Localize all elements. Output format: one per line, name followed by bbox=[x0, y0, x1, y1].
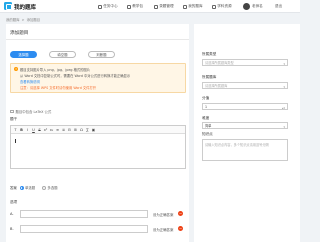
option-row-a: A. 设为正确答案 − bbox=[10, 210, 186, 218]
superscript-icon[interactable]: x² bbox=[43, 128, 48, 133]
edit-icon bbox=[154, 4, 158, 9]
question-properties-panel: 所属类型 请选择所属题库类型 ▾ 所属题库 请选择所属题库 ▾ 分值 1 ▴▾ … bbox=[194, 24, 300, 242]
text-caret bbox=[15, 139, 16, 143]
radio-button[interactable] bbox=[42, 185, 47, 190]
ordered-list-icon[interactable]: ⊟ bbox=[67, 128, 72, 133]
warning-icon: ! bbox=[14, 67, 18, 71]
chevron-down-icon: ▾ bbox=[283, 84, 285, 89]
formula-icon[interactable]: ∑ bbox=[85, 128, 90, 133]
stem-editor[interactable]: T B I U S x² x₂ ≡ ≣ ⊟ ⊞ Ω ∑ ▣ bbox=[10, 125, 186, 169]
latex-checkbox[interactable]: 题目中包含 LaTeX 公式 bbox=[10, 109, 51, 114]
nav-item-entry[interactable]: 录题管理 bbox=[154, 4, 174, 10]
task-icon bbox=[98, 4, 102, 9]
options-label: 选项 bbox=[10, 200, 18, 204]
difficulty-label: 难度 bbox=[202, 116, 210, 120]
answer-type-row: 答案 单选题 多选题 bbox=[10, 185, 58, 190]
tab-fill-blank[interactable]: 填空题 bbox=[49, 51, 76, 58]
category-select[interactable]: 请选择所属题库类型 ▾ bbox=[202, 59, 288, 66]
font-size-icon[interactable]: T bbox=[13, 128, 18, 133]
breadcrumb-current: 添加题目 bbox=[26, 18, 41, 22]
nav-item-my-library[interactable]: 我的题库 bbox=[183, 4, 203, 10]
question-editor-panel: 添加题目 选择题 填空题 判断题 ! 题目支持图片导入 png、jpg、jpeg… bbox=[6, 24, 189, 242]
notice-line-1: 题目支持图片导入 png、jpg、jpeg 格式的图片 bbox=[20, 68, 91, 72]
nav-item-subject-resources[interactable]: 学科资源 bbox=[212, 4, 232, 10]
italic-icon[interactable]: I bbox=[25, 128, 30, 133]
editor-toolbar: T B I U S x² x₂ ≡ ≣ ⊟ ⊞ Ω ∑ ▣ bbox=[11, 126, 185, 134]
book-icon bbox=[212, 4, 216, 9]
nav-item-package[interactable]: 教学包 bbox=[127, 4, 143, 10]
top-bar: 我的题库 任务中心 教学包 录题管理 我的题库 学科资源 老师名 退出 bbox=[0, 0, 300, 13]
image-icon[interactable]: ▣ bbox=[91, 128, 96, 133]
library-icon bbox=[183, 4, 187, 9]
special-char-icon[interactable]: Ω bbox=[79, 128, 84, 133]
delete-option-icon[interactable]: − bbox=[178, 211, 183, 216]
package-icon bbox=[127, 4, 131, 9]
underline-icon[interactable]: U bbox=[31, 128, 36, 133]
set-correct-button[interactable]: 设为正确答案 bbox=[153, 212, 173, 217]
keypoint-label: 知识点 bbox=[202, 132, 213, 136]
nav-item-task-center[interactable]: 任务中心 bbox=[98, 4, 118, 10]
bold-icon[interactable]: B bbox=[19, 128, 24, 133]
app-title: 我的题库 bbox=[14, 5, 37, 11]
notice-help-link[interactable]: 查看转换说明 bbox=[20, 79, 40, 84]
breadcrumb-separator: > bbox=[21, 18, 25, 22]
chevron-down-icon: ▾ bbox=[283, 61, 285, 66]
keypoint-textarea[interactable]: 请输入知识点内容，多个知识点请用逗号分隔 bbox=[202, 139, 288, 161]
breadcrumb: 我的题库 > 添加题目 bbox=[6, 17, 41, 22]
radio-multiple-choice[interactable]: 多选题 bbox=[42, 185, 58, 190]
option-letter: A. bbox=[10, 212, 14, 216]
notice-warning-line: 注意：请选择 WPS 文件时请勿使用 Word 文件打开 bbox=[20, 86, 97, 90]
option-input[interactable] bbox=[20, 210, 148, 218]
align-center-icon[interactable]: ≣ bbox=[61, 128, 66, 133]
tab-single-choice[interactable]: 选择题 bbox=[10, 51, 37, 58]
tab-true-false[interactable]: 判断题 bbox=[88, 51, 115, 58]
subscript-icon[interactable]: x₂ bbox=[49, 128, 54, 133]
chevron-down-icon: ▾ bbox=[283, 124, 285, 129]
app-logo bbox=[4, 2, 12, 10]
library-select[interactable]: 请选择所属题库 ▾ bbox=[202, 82, 288, 89]
page-title: 添加题目 bbox=[10, 31, 29, 36]
avatar[interactable] bbox=[243, 2, 250, 10]
user-name[interactable]: 老师名 bbox=[252, 4, 263, 9]
divider bbox=[6, 39, 189, 40]
stem-label: 题干 bbox=[10, 117, 18, 121]
difficulty-select[interactable]: 简单 ▾ bbox=[202, 122, 288, 129]
logout-link[interactable]: 退出 bbox=[275, 4, 282, 9]
strikethrough-icon[interactable]: S bbox=[37, 128, 42, 133]
set-correct-button[interactable]: 设为正确答案 bbox=[153, 227, 173, 232]
library-label: 所属题库 bbox=[202, 75, 217, 79]
bulleted-list-icon[interactable]: ⊞ bbox=[73, 128, 78, 133]
score-input[interactable]: 1 ▴▾ bbox=[202, 103, 288, 110]
score-label: 分值 bbox=[202, 96, 210, 100]
breadcrumb-library[interactable]: 我的题库 bbox=[6, 18, 20, 22]
answer-label: 答案 bbox=[10, 186, 17, 190]
delete-option-icon[interactable]: − bbox=[178, 226, 183, 231]
option-input[interactable] bbox=[20, 225, 148, 233]
option-row-b: B. 设为正确答案 − bbox=[10, 225, 186, 233]
radio-single-choice[interactable]: 单选题 bbox=[19, 185, 35, 190]
import-notice: ! 题目支持图片导入 png、jpg、jpeg 格式的图片 从 Word 文档中… bbox=[10, 63, 186, 93]
checkbox-box[interactable] bbox=[10, 109, 14, 114]
option-letter: B. bbox=[10, 227, 14, 231]
category-label: 所属类型 bbox=[202, 52, 217, 56]
align-left-icon[interactable]: ≡ bbox=[55, 128, 60, 133]
stepper-icon: ▴▾ bbox=[281, 105, 285, 110]
notice-line-2: 从 Word 文档中复制公式时，需要在 Word 中对公式进行转换才能正确显示 bbox=[20, 74, 131, 78]
radio-button[interactable] bbox=[19, 185, 24, 190]
